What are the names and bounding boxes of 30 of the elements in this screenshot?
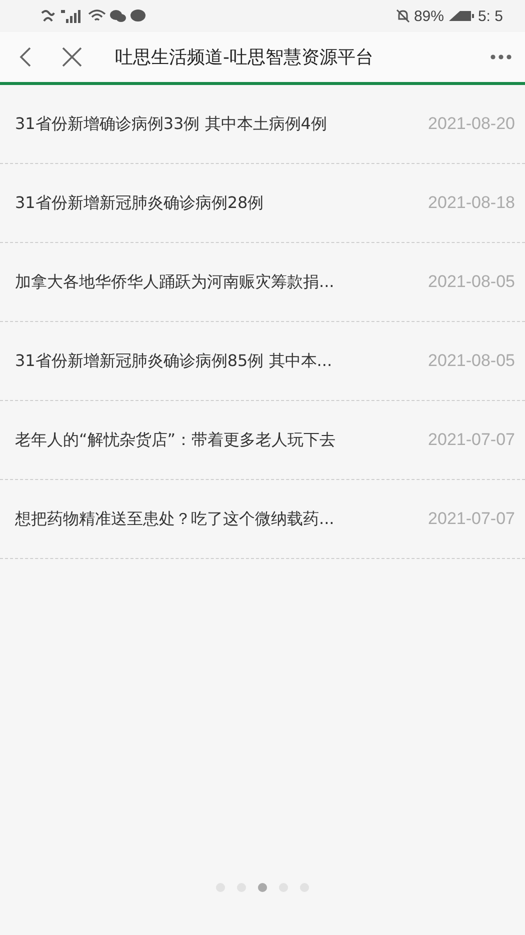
article-item[interactable]: 31省份新增确诊病例33例 其中本土病例4例 2021-08-20 <box>0 85 525 164</box>
battery-percent: 89% <box>414 8 444 24</box>
battery-icon <box>448 10 474 22</box>
article-date: 2021-07-07 <box>428 430 515 450</box>
article-title: 31省份新增新冠肺炎确诊病例85例 其中本... <box>15 350 332 372</box>
article-item[interactable]: 加拿大各地华侨华人踊跃为河南赈灾筹款捐... 2021-08-05 <box>0 243 525 322</box>
article-date: 2021-08-20 <box>428 114 515 134</box>
back-button[interactable] <box>17 46 33 68</box>
article-date: 2021-07-07 <box>428 509 515 529</box>
page-dot[interactable] <box>258 883 267 892</box>
article-title: 老年人的“解忧杂货店”：带着更多老人玩下去 <box>15 430 336 450</box>
close-button[interactable] <box>60 46 84 68</box>
article-title: 31省份新增确诊病例33例 其中本土病例4例 <box>15 114 327 134</box>
article-title: 31省份新增新冠肺炎确诊病例28例 <box>15 192 264 214</box>
clock-time: 5: 5 <box>478 8 503 24</box>
article-title: 想把药物精准送至患处？吃了这个微纳载药... <box>15 508 334 530</box>
page-title: 吐思生活频道-吐思智慧资源平台 <box>115 46 374 69</box>
article-title: 加拿大各地华侨华人踊跃为河南赈灾筹款捐... <box>15 272 334 292</box>
chat-icon <box>110 9 126 23</box>
article-item[interactable]: 31省份新增新冠肺炎确诊病例28例 2021-08-18 <box>0 164 525 243</box>
article-date: 2021-08-05 <box>428 272 515 292</box>
article-item[interactable]: 想把药物精准送至患处？吃了这个微纳载药... 2021-07-07 <box>0 480 525 559</box>
more-button[interactable] <box>490 54 512 60</box>
wifi-icon <box>88 9 106 23</box>
message-icon <box>130 9 146 23</box>
mute-icon <box>396 9 410 23</box>
article-item[interactable]: 31省份新增新冠肺炎确诊病例85例 其中本... 2021-08-05 <box>0 322 525 401</box>
article-date: 2021-08-18 <box>428 193 515 213</box>
article-item[interactable]: 老年人的“解忧杂货店”：带着更多老人玩下去 2021-07-07 <box>0 401 525 480</box>
article-date: 2021-08-05 <box>428 351 515 371</box>
